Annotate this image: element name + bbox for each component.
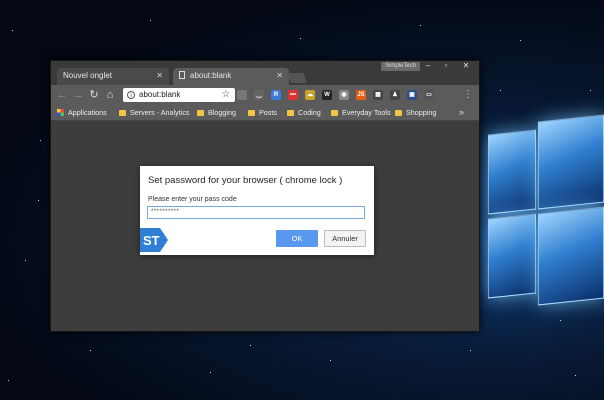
folder-icon <box>395 110 402 116</box>
cloud-icon[interactable]: ☁ <box>305 90 315 100</box>
bookmark-label: Applications <box>68 108 107 117</box>
info-icon[interactable]: i <box>127 91 135 99</box>
close-window-icon[interactable]: ✕ <box>459 61 473 71</box>
bookmark-star-icon[interactable]: ☆ <box>219 88 233 102</box>
menu-icon[interactable]: ⋮ <box>463 88 473 102</box>
circle-r-icon[interactable]: R <box>271 90 281 100</box>
dialog-prompt: Please enter your pass code <box>148 196 237 203</box>
svg-text:ST: ST <box>143 233 160 248</box>
bookmark-label: Shopping <box>406 108 437 117</box>
windows-logo-wallpaper <box>474 114 604 308</box>
screen-icon[interactable] <box>237 90 247 100</box>
bookmark-posts[interactable]: Posts <box>248 106 277 119</box>
more-bookmarks-icon[interactable]: » <box>459 106 464 119</box>
bookmark-label: Everyday Tools <box>342 108 391 117</box>
bookmark-shopping[interactable]: Shopping <box>395 106 436 119</box>
bookmark-coding[interactable]: Coding <box>287 106 321 119</box>
bookmark-servers-analytics[interactable]: Servers - Analytics <box>119 106 190 119</box>
dialog-title: Set password for your browser ( chrome l… <box>148 175 343 186</box>
bookmark-label: Blogging <box>208 108 236 117</box>
bookmark-blogging[interactable]: Blogging <box>197 106 236 119</box>
apps-icon <box>57 109 64 116</box>
bookmarks-bar: Applications Servers - Analytics Bloggin… <box>51 105 479 121</box>
profile-button[interactable]: SimpleTech <box>381 62 421 71</box>
bookmark-label: Posts <box>259 108 277 117</box>
bookmark-label: Servers - Analytics <box>130 108 190 117</box>
tab-about-blank[interactable]: about:blank ✕ <box>173 68 289 85</box>
home-icon[interactable]: ⌂ <box>103 88 117 102</box>
toolbar: ← → ↻ ⌂ i about:blank ☆ ‿ R ••• ☁ W ◉ JS ▦ ♟ ▣ ▭ ⋮ <box>51 85 479 105</box>
url-text: about:blank <box>139 90 181 99</box>
page-icon <box>179 71 185 79</box>
password-dialog: Set password for your browser ( chrome l… <box>140 166 374 255</box>
tab-new-tab[interactable]: Nouvel onglet ✕ <box>57 68 169 85</box>
ok-button[interactable]: OK <box>276 230 318 247</box>
cancel-button[interactable]: Annuler <box>324 230 366 247</box>
tab-label: Nouvel onglet <box>63 71 112 80</box>
simpletech-logo: ST <box>140 228 168 252</box>
folder-icon <box>248 110 255 116</box>
close-icon[interactable]: ✕ <box>276 71 283 80</box>
screenshot-icon[interactable]: ▣ <box>407 90 417 100</box>
window-icon[interactable]: ▭ <box>424 90 434 100</box>
bookmark-everyday-tools[interactable]: Everyday Tools <box>331 106 391 119</box>
reload-icon[interactable]: ↻ <box>87 88 101 102</box>
tab-label: about:blank <box>190 71 232 80</box>
folder-icon <box>331 110 338 116</box>
forward-icon[interactable]: → <box>71 88 85 102</box>
bookmark-applications[interactable]: Applications <box>57 106 107 119</box>
grid-icon[interactable]: ▦ <box>373 90 383 100</box>
dots-icon[interactable]: ••• <box>288 90 298 100</box>
back-icon[interactable]: ← <box>55 88 69 102</box>
bookmark-label: Coding <box>298 108 321 117</box>
person-icon[interactable]: ♟ <box>390 90 400 100</box>
maximize-icon[interactable]: ▫ <box>439 61 453 71</box>
passcode-input[interactable]: ********** <box>147 206 365 219</box>
minimize-icon[interactable]: – <box>421 61 435 71</box>
folder-icon <box>119 110 126 116</box>
sphere-icon[interactable]: ◉ <box>339 90 349 100</box>
folder-icon <box>287 110 294 116</box>
w-icon[interactable]: W <box>322 90 332 100</box>
folder-icon <box>197 110 204 116</box>
title-bar: Nouvel onglet ✕ about:blank ✕ SimpleTech… <box>51 61 479 85</box>
mustache-icon[interactable]: ‿ <box>254 90 264 100</box>
js-icon[interactable]: JS <box>356 90 366 100</box>
close-icon[interactable]: ✕ <box>156 71 163 80</box>
new-tab-button[interactable] <box>287 73 307 83</box>
